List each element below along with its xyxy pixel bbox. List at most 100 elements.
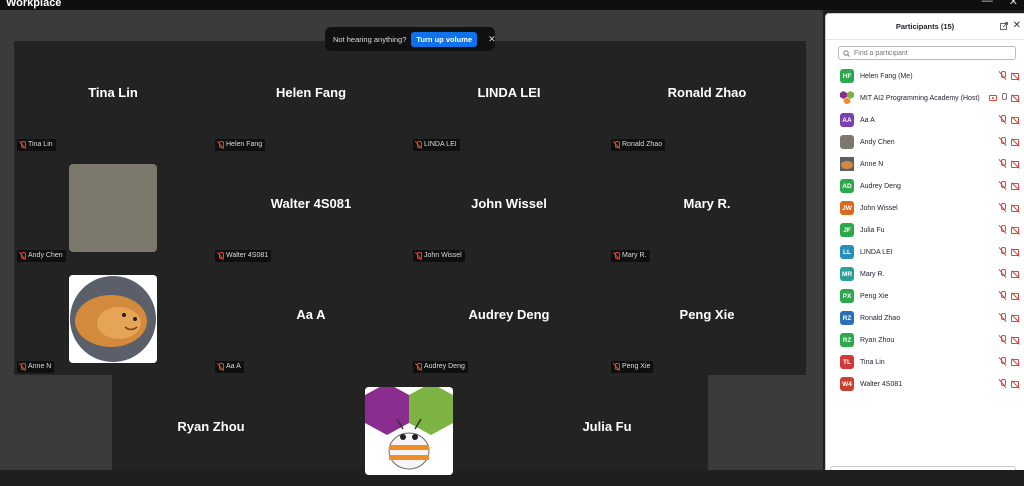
camera-off-icon[interactable]	[1011, 204, 1021, 212]
search-icon	[843, 49, 850, 57]
camera-off-icon[interactable]	[1011, 160, 1021, 168]
list-item[interactable]: MIT AI2 Programming Academy (Host)	[826, 87, 1024, 109]
mic-muted-icon	[415, 141, 422, 149]
minimize-icon[interactable]: —	[982, 0, 993, 8]
camera-off-icon[interactable]	[1011, 336, 1021, 344]
list-item[interactable]: JF Julia Fu	[826, 219, 1024, 241]
camera-off-icon[interactable]	[1011, 72, 1021, 80]
camera-off-icon[interactable]	[1011, 380, 1021, 388]
list-item[interactable]: W4 Walter 4S081	[826, 373, 1024, 395]
toast-close-icon[interactable]: ✕	[488, 34, 496, 45]
avatar: JW	[840, 201, 854, 215]
mic-muted-icon[interactable]	[999, 313, 1007, 322]
avatar: AA	[840, 113, 854, 127]
app-title: Workplace	[6, 0, 62, 9]
close-window-icon[interactable]: ✕	[1009, 0, 1018, 8]
list-item[interactable]: MR Mary R.	[826, 263, 1024, 285]
mic-muted-icon[interactable]	[999, 269, 1007, 278]
participant-name: Ryan Zhou	[860, 336, 895, 344]
tile-name-tag: Helen Fang	[215, 139, 266, 151]
mic-muted-icon	[217, 363, 224, 371]
video-tile[interactable]: Andy Chen	[14, 152, 212, 263]
video-tile[interactable]: Peng Xie Peng Xie	[608, 263, 806, 374]
mic-muted-icon[interactable]	[999, 335, 1007, 344]
list-item[interactable]: PX Peng Xie	[826, 285, 1024, 307]
list-item[interactable]: Andy Chen	[826, 131, 1024, 153]
list-item[interactable]: TL Tina Lin	[826, 351, 1024, 373]
tile-display-name: Helen Fang	[275, 85, 347, 100]
participant-name: Walter 4S081	[860, 380, 903, 388]
mic-muted-icon[interactable]	[999, 291, 1007, 300]
participant-search[interactable]	[838, 46, 1016, 60]
video-tile[interactable]: Ronald Zhao Ronald Zhao	[608, 41, 806, 152]
video-tile[interactable]: Helen Fang Helen Fang	[212, 41, 410, 152]
video-tile[interactable]: Anne N	[14, 263, 212, 374]
mic-muted-icon	[415, 252, 422, 260]
participant-name: Audrey Deng	[860, 182, 901, 190]
search-input[interactable]	[854, 49, 1004, 57]
video-tile[interactable]: Mary R. Mary R.	[608, 152, 806, 263]
tile-name-tag: Peng Xie	[611, 361, 654, 373]
bee-logo-image	[365, 387, 453, 475]
camera-off-icon[interactable]	[1011, 270, 1021, 278]
profile-photo	[69, 164, 157, 252]
mic-muted-icon	[613, 141, 620, 149]
participant-name: John Wissel	[860, 204, 898, 212]
video-tile[interactable]: Audrey Deng Audrey Deng	[410, 263, 608, 374]
list-item[interactable]: AA Aa A	[826, 109, 1024, 131]
camera-off-icon[interactable]	[1011, 292, 1021, 300]
video-tile[interactable]: Julia Fu	[508, 375, 706, 486]
tile-name-tag: Tina Lin	[17, 139, 56, 151]
mic-muted-icon[interactable]	[999, 181, 1007, 190]
list-item[interactable]: LL LINDA LEI	[826, 241, 1024, 263]
mic-muted-icon[interactable]	[999, 115, 1007, 124]
tile-display-name: Mary R.	[683, 196, 731, 211]
popout-icon[interactable]	[1000, 22, 1008, 30]
mic-muted-icon[interactable]	[999, 247, 1007, 256]
camera-off-icon[interactable]	[1011, 314, 1021, 322]
mic-muted-icon[interactable]	[999, 225, 1007, 234]
video-tile[interactable]: John Wissel John Wissel	[410, 152, 608, 263]
camera-off-icon[interactable]	[1011, 94, 1021, 102]
video-tile[interactable]: LINDA LEI LINDA LEI	[410, 41, 608, 152]
list-item[interactable]: JW John Wissel	[826, 197, 1024, 219]
recording-icon	[989, 94, 997, 101]
camera-off-icon[interactable]	[1011, 226, 1021, 234]
mic-muted-icon	[19, 252, 26, 260]
tile-name-tag: Anne N	[17, 361, 55, 373]
camera-off-icon[interactable]	[1011, 248, 1021, 256]
turn-up-volume-button[interactable]: Turn up volume	[411, 31, 478, 47]
tile-display-name: Aa A	[296, 307, 326, 322]
mic-muted-icon[interactable]	[999, 357, 1007, 366]
video-tile[interactable]: Walter 4S081 Walter 4S081	[212, 152, 410, 263]
participant-name: Peng Xie	[860, 292, 889, 300]
tile-name-tag: Mary R.	[611, 250, 650, 262]
camera-off-icon[interactable]	[1011, 358, 1021, 366]
list-item[interactable]: HF Helen Fang (Me)	[826, 65, 1024, 87]
participant-list: HF Helen Fang (Me) MIT AI2 Programming A…	[826, 65, 1024, 395]
avatar: PX	[840, 289, 854, 303]
panel-header: Participants (15) ✕	[826, 14, 1024, 40]
list-item[interactable]: AD Audrey Deng	[826, 175, 1024, 197]
mic-muted-icon[interactable]	[999, 159, 1007, 168]
title-bar: Workplace — ✕	[0, 0, 1024, 10]
avatar: AD	[840, 179, 854, 193]
mic-icon[interactable]	[1001, 93, 1007, 102]
list-item[interactable]: RZ Ryan Zhou	[826, 329, 1024, 351]
mic-muted-icon[interactable]	[999, 71, 1007, 80]
close-panel-icon[interactable]: ✕	[1013, 20, 1021, 31]
list-item[interactable]: Anne N	[826, 153, 1024, 175]
mic-muted-icon[interactable]	[999, 203, 1007, 212]
list-item[interactable]: RZ Ronald Zhao	[826, 307, 1024, 329]
participant-name: Julia Fu	[860, 226, 885, 234]
camera-off-icon[interactable]	[1011, 182, 1021, 190]
camera-off-icon[interactable]	[1011, 116, 1021, 124]
avatar: MR	[840, 267, 854, 281]
camera-off-icon[interactable]	[1011, 138, 1021, 146]
avatar: TL	[840, 355, 854, 369]
video-tile[interactable]: Aa A Aa A	[212, 263, 410, 374]
mic-muted-icon[interactable]	[999, 137, 1007, 146]
mic-muted-icon[interactable]	[999, 379, 1007, 388]
hamster-image	[69, 275, 157, 363]
video-tile[interactable]: Tina Lin Tina Lin	[14, 41, 212, 152]
